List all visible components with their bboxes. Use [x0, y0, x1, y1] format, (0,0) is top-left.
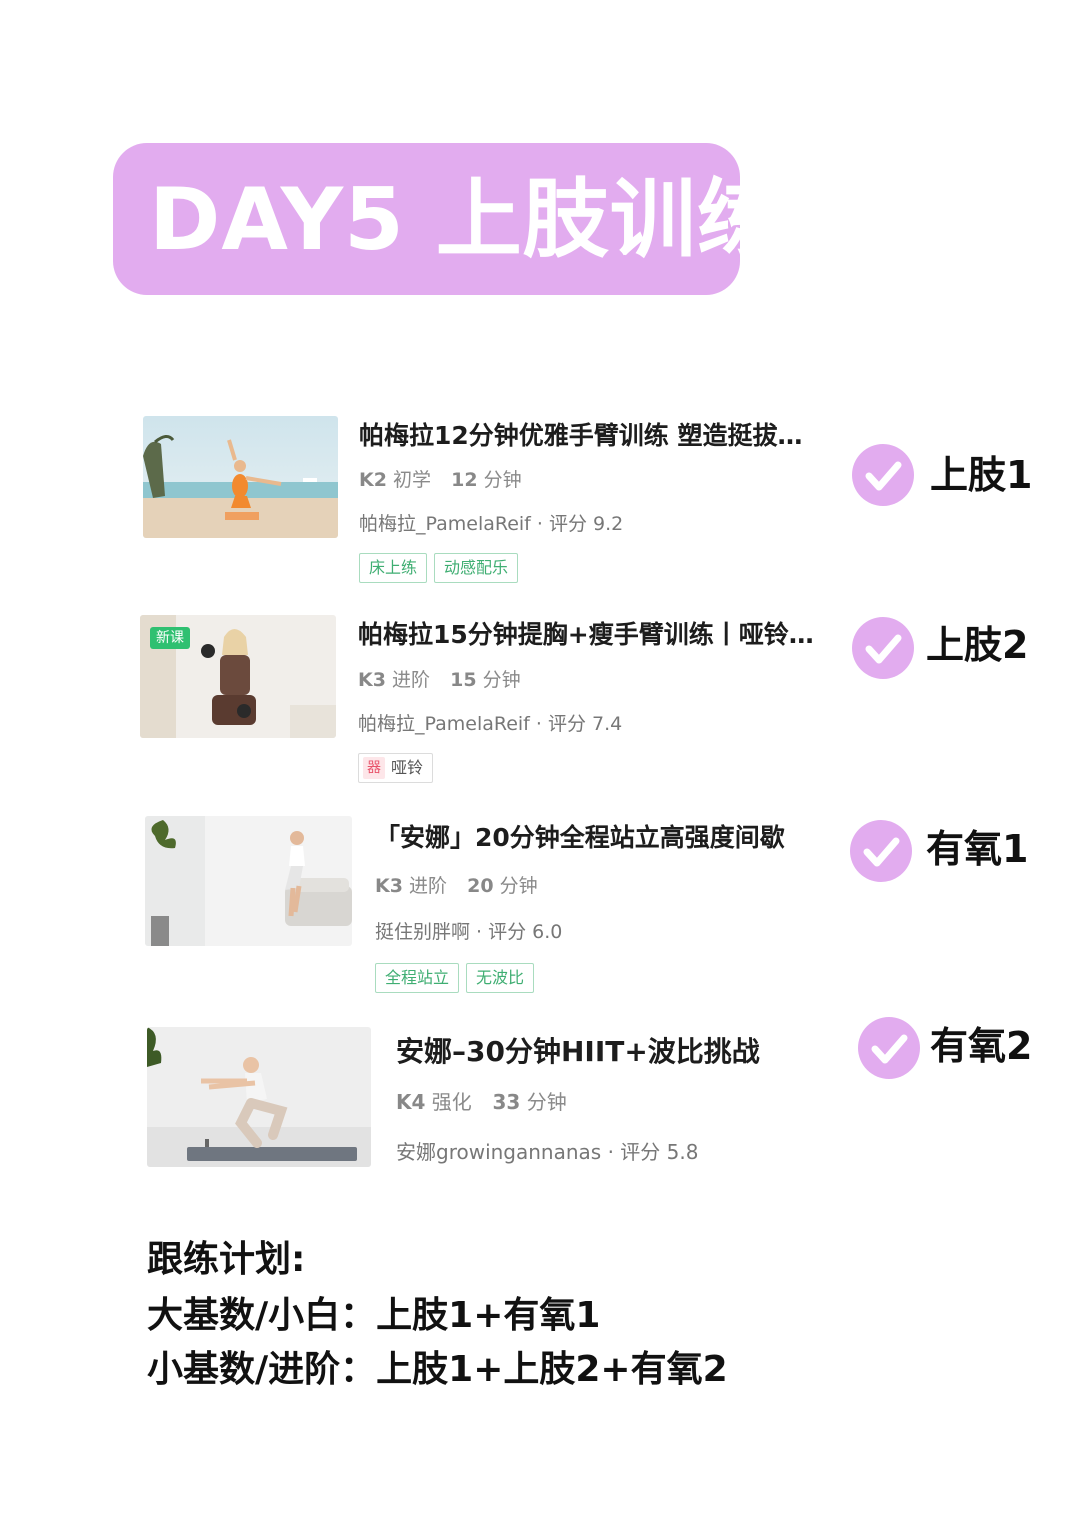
tag-list: 全程站立 无波比 — [375, 963, 535, 993]
duration-unit: 分钟 — [499, 875, 538, 897]
duration-unit: 分钟 — [526, 1090, 567, 1114]
workout-meta: K3 进阶 15 分钟 — [358, 666, 521, 694]
check-circle-icon — [852, 617, 914, 679]
tag[interactable]: 动感配乐 — [434, 553, 519, 583]
duration-unit: 分钟 — [483, 469, 522, 491]
workout-label: 上肢2 — [926, 623, 1029, 667]
duration-value: 33 — [492, 1090, 521, 1114]
level-code: K3 — [358, 669, 386, 691]
duration-value: 20 — [467, 875, 494, 897]
tag-list: 床上练 动感配乐 — [359, 553, 519, 583]
plan-heading: 跟练计划: — [147, 1239, 306, 1280]
workout-label: 有氧1 — [926, 827, 1029, 871]
author-rating: 帕梅拉_PamelaReif · 评分 7.4 — [358, 713, 623, 735]
workout-title[interactable]: 帕梅拉12分钟优雅手臂训练 塑造挺拔… — [359, 418, 849, 454]
level-name: 进阶 — [409, 875, 448, 897]
level-name: 强化 — [431, 1090, 472, 1114]
duration-unit: 分钟 — [482, 669, 521, 691]
workout-label: 有氧2 — [930, 1024, 1033, 1068]
check-circle-icon — [858, 1017, 920, 1079]
tag[interactable]: 全程站立 — [375, 963, 460, 993]
level-name: 初学 — [393, 469, 432, 491]
plan-line-beginner: 大基数/小白：上肢1+有氧1 — [147, 1295, 601, 1336]
level-name: 进阶 — [392, 669, 431, 691]
check-circle-icon — [852, 444, 914, 506]
tag[interactable]: 床上练 — [359, 553, 428, 583]
level-code: K2 — [359, 469, 387, 491]
workout-thumbnail[interactable] — [145, 816, 352, 946]
tag[interactable]: 器 哑铃 — [358, 753, 434, 783]
workout-meta: K2 初学 12 分钟 — [359, 466, 522, 494]
level-code: K3 — [375, 875, 403, 897]
new-badge: 新课 — [150, 627, 190, 649]
workout-thumbnail[interactable]: 新课 — [140, 615, 336, 738]
equipment-icon: 器 — [363, 757, 385, 779]
author-rating: 安娜growingannanas · 评分 5.8 — [396, 1140, 699, 1164]
workout-title[interactable]: 帕梅拉15分钟提胸+瘦手臂训练丨哑铃… — [358, 617, 854, 653]
workout-title[interactable]: 「安娜」20分钟全程站立高强度间歇 — [375, 820, 853, 856]
workout-meta: K3 进阶 20 分钟 — [375, 872, 538, 900]
workout-label: 上肢1 — [930, 453, 1033, 497]
level-code: K4 — [396, 1090, 426, 1114]
check-circle-icon — [850, 820, 912, 882]
workout-meta: K4 强化 33 分钟 — [396, 1088, 567, 1116]
duration-value: 15 — [450, 669, 477, 691]
tag-list: 器 哑铃 — [358, 753, 434, 783]
workout-thumbnail[interactable] — [147, 1027, 371, 1167]
workout-title[interactable]: 安娜–30分钟HIIT+波比挑战 — [396, 1032, 836, 1072]
author-rating: 帕梅拉_PamelaReif · 评分 9.2 — [359, 513, 624, 535]
workout-thumbnail[interactable] — [143, 416, 338, 538]
title-banner: DAY5 上肢训练 — [113, 143, 783, 295]
plan-line-advanced: 小基数/进阶：上肢1+上肢2+有氧2 — [147, 1349, 728, 1390]
page-title: DAY5 上肢训练 — [149, 170, 784, 270]
tag[interactable]: 无波比 — [466, 963, 535, 993]
author-rating: 挺住别胖啊 · 评分 6.0 — [375, 921, 563, 943]
duration-value: 12 — [451, 469, 478, 491]
tag-label: 哑铃 — [391, 758, 424, 777]
